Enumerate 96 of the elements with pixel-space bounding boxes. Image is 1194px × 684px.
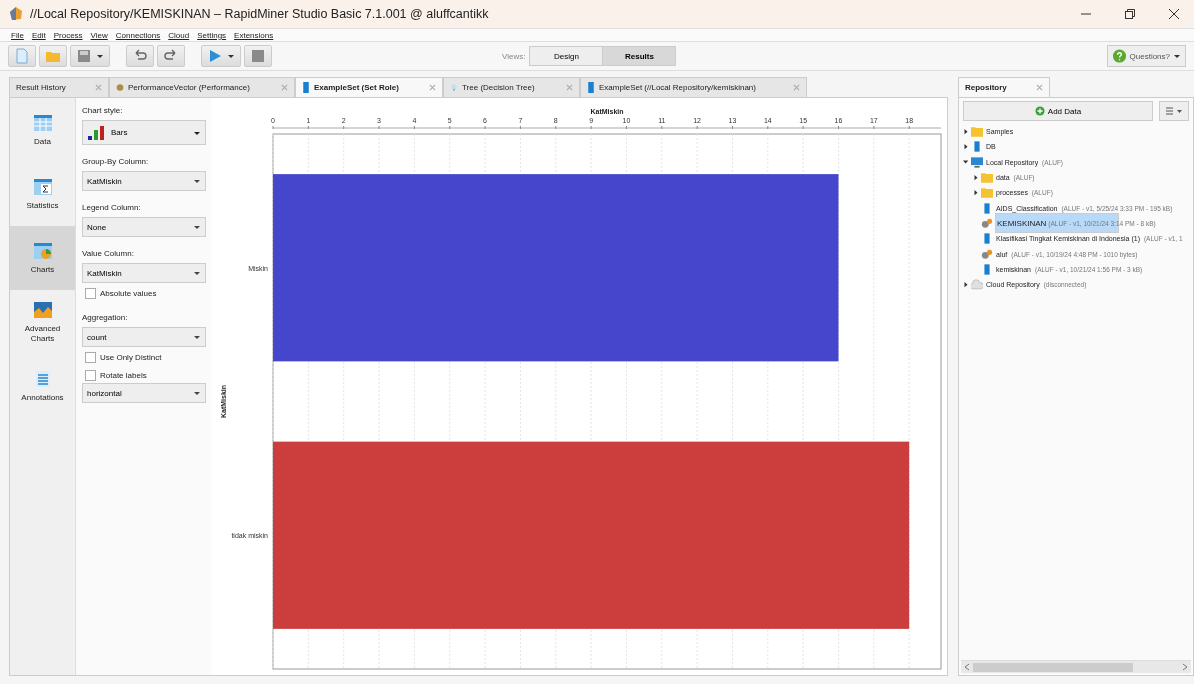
new-file-button[interactable] (8, 45, 36, 67)
view-button[interactable]: Results (602, 46, 677, 66)
lightbulb-icon (450, 82, 458, 93)
option-dropdown[interactable]: KatMiskin (82, 171, 206, 191)
result-tab[interactable]: Tree (Decision Tree) (443, 77, 580, 97)
app-logo-icon (8, 6, 24, 22)
questions-button[interactable]: Questions? (1106, 45, 1186, 67)
view-mode-item[interactable]: Annotations (10, 354, 75, 418)
checkbox-label: Rotate labels (100, 370, 147, 380)
menu-item[interactable]: Edit (31, 30, 46, 40)
add-data-button[interactable]: Add Data (963, 101, 1153, 121)
result-tab[interactable]: PerformanceVector (Performance) (109, 77, 295, 97)
checkbox-label: Absolute values (100, 288, 157, 298)
caret-icon (1173, 52, 1181, 60)
option-dropdown[interactable]: horizontal (82, 383, 206, 403)
scroll-left-icon[interactable] (964, 663, 970, 671)
expand-arrow-icon[interactable] (973, 174, 979, 181)
stop-icon (250, 48, 266, 64)
checkbox[interactable] (85, 351, 96, 363)
process-icon (981, 248, 993, 260)
result-tab[interactable]: ExampleSet (//Local Repository/kemiskinan) (580, 77, 807, 97)
process-icon (981, 217, 993, 229)
option-dropdown[interactable]: None (82, 217, 206, 237)
folder-icon (981, 187, 993, 199)
stop-button[interactable] (244, 45, 272, 67)
run-button[interactable] (201, 45, 241, 67)
views-label: Views: (502, 51, 526, 61)
view-mode-item[interactable]: Data (10, 98, 75, 162)
menu-item[interactable]: Connections (115, 30, 161, 40)
result-tab[interactable]: Result History (9, 77, 109, 97)
cloud-icon (971, 279, 983, 291)
restore-icon[interactable] (1124, 8, 1136, 20)
caret-icon (193, 333, 201, 341)
caret-icon (193, 223, 201, 231)
window-title: //Local Repository/KEMISKINAN – RapidMiner Studio Basic 7.1.001 @ aluffcantikk (30, 7, 490, 21)
expand-arrow-icon[interactable] (963, 128, 969, 135)
option-label: Group-By Column: (82, 157, 150, 166)
undo-button[interactable] (126, 45, 154, 67)
charts-view-icon (32, 241, 53, 261)
document-icon (14, 48, 30, 64)
horizontal-scrollbar[interactable] (961, 660, 1191, 673)
bar-chart-icon (87, 124, 107, 141)
play-icon (207, 48, 223, 64)
performance-icon (116, 82, 124, 93)
expand-arrow-icon[interactable] (963, 143, 969, 150)
option-label: Legend Column: (82, 203, 142, 212)
option-label: Chart style: (82, 106, 124, 115)
result-tab[interactable]: ExampleSet (Set Role) (295, 77, 443, 97)
data-view-icon (32, 113, 53, 133)
plus-icon (1034, 106, 1045, 116)
checkbox[interactable] (85, 369, 96, 381)
option-dropdown[interactable]: KatMiskin (82, 263, 206, 283)
view-mode-item[interactable]: Advanced Charts (10, 290, 75, 354)
help-icon (1111, 48, 1127, 64)
menu-item[interactable]: File (11, 30, 24, 40)
caret-icon (193, 177, 201, 185)
expand-arrow-icon[interactable] (963, 159, 969, 166)
folder-icon (981, 172, 993, 184)
folder-icon (971, 126, 983, 138)
menu-item[interactable]: Settings (197, 30, 227, 40)
option-label: Aggregation: (82, 313, 129, 322)
data-icon (981, 233, 993, 245)
computer-icon (971, 156, 983, 168)
menu-item[interactable]: Cloud (168, 30, 190, 40)
menu-item[interactable]: Process (53, 30, 83, 40)
scroll-right-icon[interactable] (1182, 663, 1188, 671)
data-table-icon (587, 82, 595, 93)
checkbox[interactable] (85, 287, 96, 299)
open-folder-button[interactable] (39, 45, 67, 67)
menu-icon (1165, 107, 1183, 115)
close-icon[interactable] (1168, 8, 1180, 20)
option-label: Value Column: (82, 249, 135, 258)
repository-tab[interactable]: Repository (958, 77, 1050, 97)
caret-icon (96, 52, 104, 60)
advanced-view-icon (32, 300, 53, 320)
redo-button[interactable] (157, 45, 185, 67)
expand-arrow-icon[interactable] (963, 281, 969, 288)
data-icon (981, 202, 993, 214)
option-dropdown[interactable]: count (82, 327, 206, 347)
save-button[interactable] (70, 45, 110, 67)
checkbox-label: Use Only Distinct (100, 352, 162, 362)
data-icon (981, 263, 993, 275)
caret-icon (193, 269, 201, 277)
menu-item[interactable]: View (90, 30, 108, 40)
view-button[interactable]: Design (529, 46, 604, 66)
chart-style-dropdown[interactable]: Bars (82, 120, 206, 145)
caret-icon (193, 389, 201, 397)
expand-arrow-icon[interactable] (973, 189, 979, 196)
view-mode-item[interactable]: Statistics (10, 162, 75, 226)
statistics-view-icon (32, 177, 53, 197)
view-mode-item[interactable]: Charts (10, 226, 75, 290)
data-table-icon (302, 82, 310, 93)
caret-icon (227, 52, 235, 60)
menu-button[interactable] (1159, 101, 1189, 121)
menu-item[interactable]: Extensions (234, 30, 274, 40)
db-icon (971, 141, 983, 153)
